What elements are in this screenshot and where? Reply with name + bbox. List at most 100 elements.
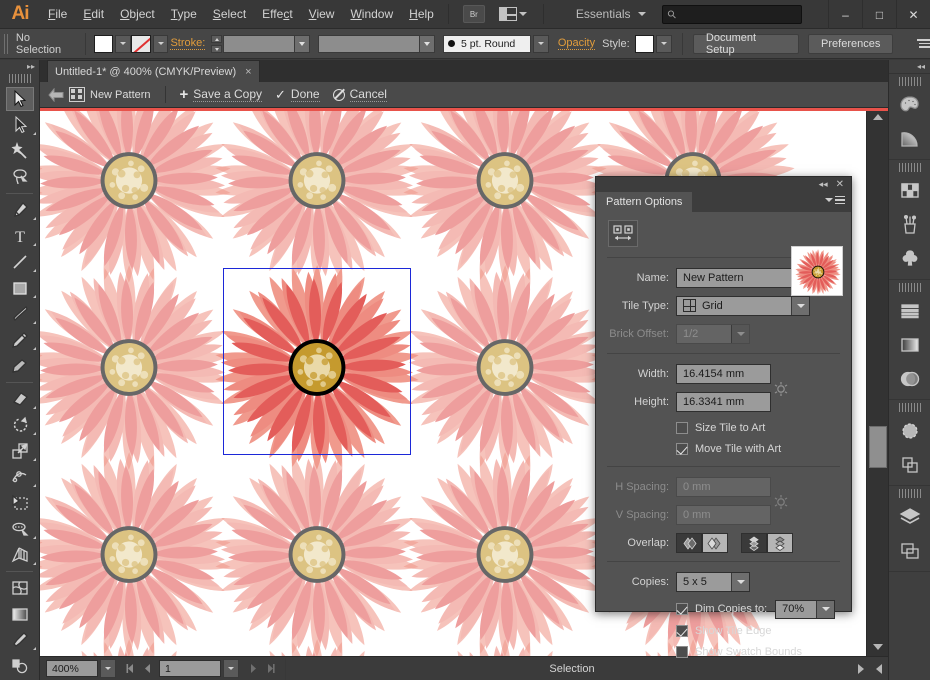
vertical-scrollbar[interactable] — [866, 108, 888, 656]
stroke-panel-icon[interactable] — [889, 294, 930, 328]
vertical-scroll-thumb[interactable] — [869, 426, 887, 468]
workspace-switcher[interactable]: Essentials — [576, 7, 646, 21]
show-tile-edge-checkbox[interactable] — [676, 625, 688, 637]
tile-edge-rect[interactable] — [223, 268, 411, 455]
line-segment-tool[interactable] — [0, 249, 40, 275]
tab-pattern-options[interactable]: Pattern Options — [596, 192, 692, 212]
show-swatch-bounds-checkbox[interactable] — [676, 646, 688, 658]
menu-effect[interactable]: Effect — [254, 0, 300, 29]
close-icon[interactable]: ✕ — [836, 179, 844, 190]
tile-width-input[interactable]: 16.4154 mm — [676, 364, 771, 384]
close-button[interactable]: ✕ — [896, 0, 930, 29]
menu-help[interactable]: Help — [401, 0, 442, 29]
zoom-level-field[interactable]: 400% — [46, 660, 98, 677]
dim-copies-checkbox[interactable] — [676, 603, 688, 615]
status-menu-button[interactable] — [852, 658, 870, 680]
pencil-tool[interactable] — [0, 327, 40, 353]
pen-tool[interactable] — [0, 197, 40, 223]
hscroll-right-button[interactable] — [870, 658, 888, 680]
menu-window[interactable]: Window — [342, 0, 401, 29]
menu-select[interactable]: Select — [205, 0, 254, 29]
scale-tool[interactable] — [0, 438, 40, 464]
eraser-tool[interactable] — [0, 386, 40, 412]
edit-pattern-tile-button[interactable] — [608, 220, 638, 247]
symbols-panel-icon[interactable] — [889, 242, 930, 276]
collapse-icon[interactable]: ◂◂ — [819, 179, 828, 190]
menu-type[interactable]: Type — [163, 0, 205, 29]
layers-panel-icon[interactable] — [889, 500, 930, 534]
toolbar-gripper[interactable] — [9, 74, 31, 83]
toolbar-collapse-button[interactable]: ▸▸ — [0, 60, 39, 73]
dock-gripper[interactable] — [899, 403, 921, 412]
preferences-button[interactable]: Preferences — [808, 34, 893, 54]
stroke-label[interactable]: Stroke: — [170, 37, 205, 50]
copies-select[interactable]: 5 x 5 — [676, 572, 750, 592]
graphic-style-dropdown[interactable] — [656, 35, 672, 53]
direct-selection-tool[interactable] — [0, 112, 40, 138]
size-tile-to-art-row[interactable]: Size Tile to Art — [596, 419, 851, 437]
selection-tool[interactable] — [0, 86, 40, 112]
overlap-left-in-front-button[interactable] — [676, 533, 702, 553]
show-tile-edge-row[interactable]: Show Tile Edge — [596, 622, 851, 640]
width-tool[interactable] — [0, 464, 40, 490]
save-a-copy-button[interactable]: + Save a Copy — [180, 87, 262, 102]
dim-copies-row[interactable]: Dim Copies to: 70% — [596, 599, 851, 619]
tile-height-input[interactable]: 16.3341 mm — [676, 392, 771, 412]
status-text[interactable]: Selection — [292, 663, 852, 675]
arrange-documents-button[interactable] — [499, 7, 527, 21]
constrain-proportions-icon[interactable] — [772, 379, 788, 395]
shape-builder-tool[interactable] — [0, 516, 40, 542]
opacity-label[interactable]: Opacity — [558, 37, 595, 50]
done-button[interactable]: ✓ Done — [275, 87, 320, 103]
tile-type-select[interactable]: Grid — [676, 296, 810, 316]
graphic-style-swatch[interactable] — [635, 35, 655, 53]
overlap-bottom-in-front-button[interactable] — [767, 533, 793, 553]
free-transform-tool[interactable] — [0, 490, 40, 516]
menu-view[interactable]: View — [301, 0, 343, 29]
scroll-down-button[interactable] — [867, 638, 889, 656]
first-artboard-button[interactable] — [122, 660, 139, 677]
eyedropper-tool[interactable] — [0, 627, 40, 653]
previous-artboard-button[interactable] — [139, 660, 156, 677]
dock-gripper[interactable] — [899, 489, 921, 498]
rotate-tool[interactable] — [0, 412, 40, 438]
cancel-button[interactable]: Cancel — [333, 87, 387, 102]
dock-gripper[interactable] — [899, 77, 921, 86]
brush-definition-dropdown[interactable] — [533, 35, 549, 53]
graphic-styles-panel-icon[interactable] — [889, 448, 930, 482]
menu-object[interactable]: Object — [112, 0, 163, 29]
control-bar-gripper[interactable] — [4, 34, 10, 54]
overlap-right-in-front-button[interactable] — [702, 533, 728, 553]
stroke-dropdown[interactable] — [153, 35, 169, 53]
color-guide-panel-icon[interactable] — [889, 122, 930, 156]
fill-dropdown[interactable] — [115, 35, 131, 53]
constrain-spacing-icon[interactable] — [772, 492, 788, 508]
menu-file[interactable]: File — [40, 0, 75, 29]
stroke-profile-field[interactable] — [318, 35, 435, 53]
mesh-tool[interactable] — [0, 575, 40, 601]
control-bar-menu-icon[interactable] — [915, 39, 930, 48]
exit-pattern-editing-button[interactable] — [46, 85, 66, 105]
dock-gripper[interactable] — [899, 163, 921, 172]
maximize-button[interactable]: □ — [862, 0, 896, 29]
panel-menu-icon[interactable] — [825, 196, 845, 204]
perspective-grid-tool[interactable] — [0, 542, 40, 568]
magic-wand-tool[interactable] — [0, 138, 40, 164]
gradient-panel-icon[interactable] — [889, 328, 930, 362]
type-tool[interactable]: T — [0, 223, 40, 249]
dock-gripper[interactable] — [899, 283, 921, 292]
appearance-panel-icon[interactable] — [889, 414, 930, 448]
rectangle-tool[interactable] — [0, 275, 40, 301]
color-panel-icon[interactable] — [889, 88, 930, 122]
document-tab[interactable]: Untitled-1* @ 400% (CMYK/Preview) × — [47, 60, 260, 82]
artboard-number-dropdown[interactable] — [223, 659, 239, 678]
fill-color-swatch[interactable] — [94, 35, 114, 53]
stroke-color-swatch[interactable] — [131, 35, 151, 53]
last-artboard-button[interactable] — [262, 660, 279, 677]
lasso-tool[interactable] — [0, 164, 40, 190]
blend-tool[interactable] — [0, 653, 40, 679]
size-tile-to-art-checkbox[interactable] — [676, 422, 688, 434]
artboard-number-field[interactable]: 1 — [159, 660, 221, 677]
bridge-icon[interactable]: Br — [463, 5, 485, 23]
close-icon[interactable]: × — [245, 66, 251, 78]
